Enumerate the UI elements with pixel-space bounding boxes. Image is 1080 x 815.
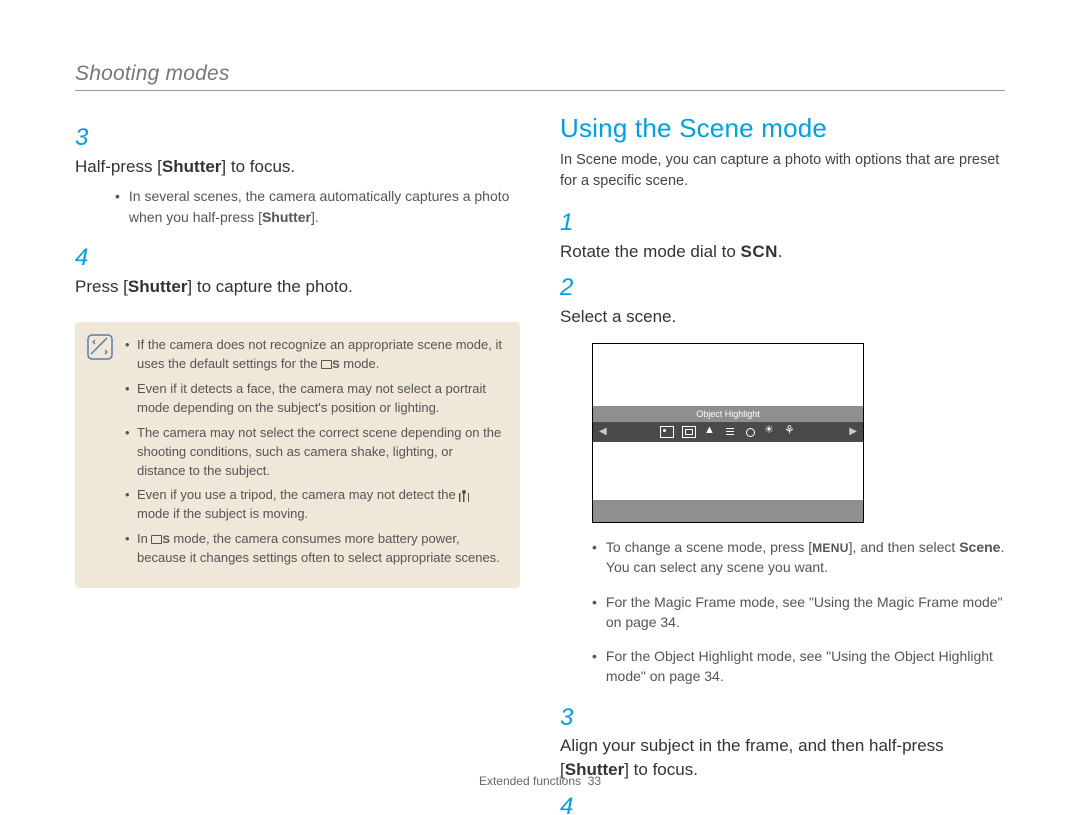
header-rule [75, 90, 1005, 91]
right-column: Using the Scene mode In Scene mode, you … [560, 113, 1005, 815]
text: For the Object Highlight mode, see "Usin… [606, 646, 1005, 687]
step-text: Select a scene. [560, 305, 979, 329]
note-item: •If the camera does not recognize an app… [125, 336, 504, 374]
step-number: 2 [560, 271, 582, 305]
note-item: •Even if you use a tripod, the camera ma… [125, 486, 504, 524]
note-item: •Even if it detects a face, the camera m… [125, 380, 504, 418]
scn-tip-2: • For the Magic Frame mode, see "Using t… [592, 592, 1005, 633]
text: Rotate the mode dial to [560, 242, 741, 261]
text: ] to capture the photo. [187, 277, 352, 296]
text: Even if you use a tripod, the camera may… [137, 487, 459, 502]
step-text: Rotate the mode dial to SCN. [560, 240, 979, 264]
bullet-icon: • [592, 592, 602, 612]
text: ]. [311, 209, 319, 225]
note-list: •If the camera does not recognize an app… [125, 336, 504, 567]
text: In several scenes, the camera automatica… [129, 186, 520, 227]
screen-mid-area [593, 442, 863, 500]
scn-step-2: 2 Select a scene. [560, 271, 1005, 328]
scene-icons [660, 426, 796, 438]
tripod-mode-icon [459, 490, 469, 502]
note-item: •In S mode, the camera consumes more bat… [125, 530, 504, 568]
scene-landscape-icon [704, 427, 716, 437]
text: The camera may not select the correct sc… [137, 424, 504, 481]
text: ] to focus. [221, 157, 295, 176]
step-3-substep: • In several scenes, the camera automati… [115, 186, 520, 227]
scene-text-icon [724, 427, 736, 437]
note-panel: •If the camera does not recognize an app… [75, 322, 520, 587]
scn-step-3: 3 Align your subject in the frame, and t… [560, 701, 1005, 782]
step-number: 4 [560, 790, 582, 815]
step-4: 4 Press [Shutter] to capture the photo. [75, 241, 520, 298]
step-text: Half-press [Shutter] to focus. [75, 155, 494, 179]
scene-icon-strip: ◀ ▶ [593, 422, 863, 442]
two-column-layout: 3 Half-press [Shutter] to focus. • In se… [75, 113, 1005, 815]
text: In several scenes, the camera automatica… [129, 188, 510, 224]
text: ], and then select [849, 539, 960, 555]
text: mode. [340, 356, 380, 371]
text: To change a scene mode, press [ [606, 539, 812, 555]
bullet-icon: • [115, 186, 125, 206]
section-heading: Using the Scene mode [560, 113, 1005, 144]
scn-tip-3: • For the Object Highlight mode, see "Us… [592, 646, 1005, 687]
camera-screen-illustration: Object Highlight ◀ ▶ [592, 343, 864, 523]
step-number: 3 [75, 121, 97, 155]
scn-tip-1: • To change a scene mode, press [MENU], … [592, 537, 1005, 578]
note-icon [87, 334, 113, 360]
step-number: 3 [560, 701, 582, 735]
step-number: 4 [75, 241, 97, 275]
section-intro: In Scene mode, you can capture a photo w… [560, 150, 1005, 192]
text: . [778, 242, 783, 261]
shutter-label: Shutter [128, 277, 188, 296]
scene-name-bar: Object Highlight [593, 406, 863, 422]
scene-frame-icon [682, 426, 696, 438]
text: If the camera does not recognize an appr… [137, 337, 502, 371]
camera-smart-mode-icon: S [321, 358, 339, 374]
step-3: 3 Half-press [Shutter] to focus. [75, 121, 520, 178]
page-section-title: Shooting modes [75, 62, 1005, 90]
text: To change a scene mode, press [MENU], an… [606, 537, 1005, 578]
shutter-label: Shutter [262, 209, 311, 225]
text: In [137, 531, 151, 546]
camera-smart-mode-icon: S [151, 533, 169, 549]
step-text: Press [Shutter] to capture the photo. [75, 275, 494, 299]
scn-step-4: 4 Press [Shutter] to capture the photo. [560, 790, 1005, 815]
step-number: 1 [560, 206, 582, 240]
screen-top-area [593, 344, 863, 406]
left-arrow-icon: ◀ [597, 426, 609, 437]
mode-dial-scn-icon: SCN [741, 242, 778, 261]
page-number: 33 [588, 774, 601, 788]
bullet-icon: • [592, 646, 602, 666]
text: Even if it detects a face, the camera ma… [137, 380, 504, 418]
text: For the Magic Frame mode, see "Using the… [606, 592, 1005, 633]
manual-page: Shooting modes 3 Half-press [Shutter] to… [0, 0, 1080, 815]
scn-step-1: 1 Rotate the mode dial to SCN. [560, 206, 1005, 263]
footer-section: Extended functions [479, 774, 581, 788]
left-column: 3 Half-press [Shutter] to focus. • In se… [75, 113, 520, 815]
scene-dawn-icon [764, 427, 776, 437]
right-arrow-icon: ▶ [847, 426, 859, 437]
scene-sunset-icon [744, 427, 756, 437]
text: Half-press [ [75, 157, 162, 176]
bullet-icon: • [592, 537, 602, 557]
scene-backlight-icon [784, 427, 796, 437]
shutter-label: Shutter [162, 157, 222, 176]
screen-bottom-bar [593, 500, 863, 522]
text: mode, the camera consumes more battery p… [137, 531, 500, 565]
menu-button-icon: MENU [812, 541, 849, 555]
scene-object-highlight-icon [660, 426, 674, 438]
text: Press [ [75, 277, 128, 296]
note-item: •The camera may not select the correct s… [125, 424, 504, 481]
page-footer: Extended functions 33 [0, 774, 1080, 788]
text: mode if the subject is moving. [137, 506, 308, 521]
scene-label: Scene [959, 539, 1000, 555]
